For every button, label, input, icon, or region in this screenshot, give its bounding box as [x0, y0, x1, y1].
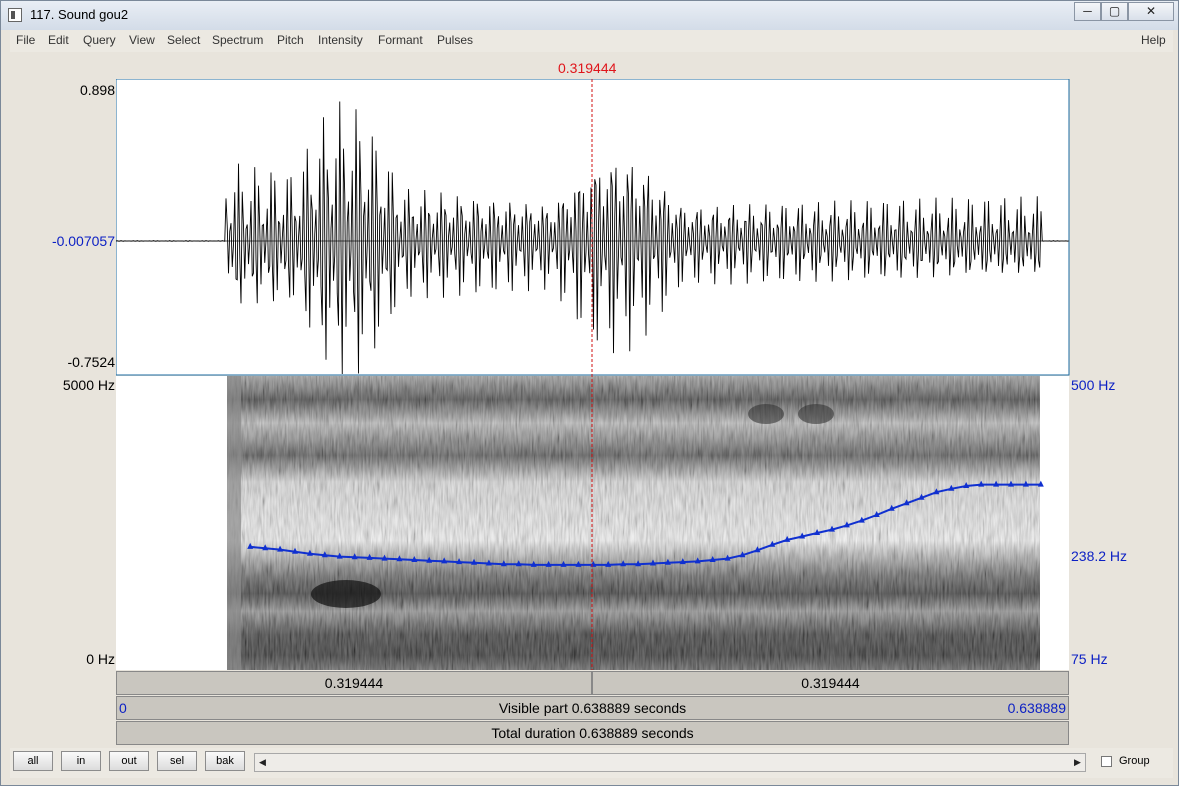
bak-button[interactable]: bak: [205, 751, 245, 771]
cursor-time-label: 0.319444: [558, 60, 617, 76]
sound-editor-window: 117. Sound gou2 ─ ▢ ✕ File Edit Query Vi…: [0, 0, 1179, 786]
total-duration-bar[interactable]: Total duration 0.638889 seconds: [116, 721, 1069, 745]
sel-button[interactable]: sel: [157, 751, 197, 771]
menu-file[interactable]: File: [16, 33, 35, 47]
spectrogram-image: [227, 376, 1040, 670]
title-bar[interactable]: 117. Sound gou2 ─ ▢ ✕: [1, 1, 1178, 30]
group-checkbox[interactable]: [1101, 756, 1112, 767]
menu-pulses[interactable]: Pulses: [437, 33, 473, 47]
menu-view[interactable]: View: [129, 33, 155, 47]
pitch-top-label: 500 Hz: [1071, 377, 1116, 393]
window-title: 117. Sound gou2: [30, 7, 129, 22]
time-ruler-left[interactable]: 0.319444: [116, 671, 592, 695]
menu-formant[interactable]: Formant: [378, 33, 423, 47]
bottom-toolbar: all in out sel bak ◀ ▶ Group: [10, 748, 1173, 778]
ruler-right-label: 0.319444: [801, 675, 860, 691]
menu-query[interactable]: Query: [83, 33, 116, 47]
menu-pitch[interactable]: Pitch: [277, 33, 304, 47]
editor-canvas[interactable]: 0.319444 0.898 -0.007057 -0.7524 5000 Hz…: [10, 52, 1173, 746]
all-button[interactable]: all: [13, 751, 53, 771]
out-button[interactable]: out: [109, 751, 149, 771]
spectrogram-top-label: 5000 Hz: [62, 377, 115, 393]
pitch-mid-label: 238.2 Hz: [1071, 548, 1128, 564]
waveform-min-label: -0.7524: [67, 354, 115, 370]
menu-help[interactable]: Help: [1141, 33, 1166, 47]
total-duration-label: Total duration 0.638889 seconds: [491, 725, 694, 741]
waveform-mid-label: -0.007057: [51, 233, 115, 249]
menu-bar: File Edit Query View Select Spectrum Pit…: [10, 30, 1173, 53]
menu-spectrum[interactable]: Spectrum: [212, 33, 263, 47]
app-icon: [8, 8, 22, 22]
scroll-left-icon[interactable]: ◀: [255, 754, 270, 771]
minimize-icon[interactable]: ─: [1074, 2, 1101, 21]
pitch-bottom-label: 75 Hz: [1071, 651, 1108, 667]
maximize-icon[interactable]: ▢: [1101, 2, 1128, 21]
group-label: Group: [1119, 755, 1150, 767]
spectrogram-bottom-label: 0 Hz: [86, 651, 115, 667]
in-button[interactable]: in: [61, 751, 101, 771]
signal-display[interactable]: [116, 79, 1070, 670]
menu-select[interactable]: Select: [167, 33, 200, 47]
waveform-max-label: 0.898: [79, 82, 115, 98]
menu-edit[interactable]: Edit: [48, 33, 69, 47]
menu-intensity[interactable]: Intensity: [318, 33, 363, 47]
time-ruler-right[interactable]: 0.319444: [592, 671, 1069, 695]
horizontal-scrollbar[interactable]: ◀ ▶: [254, 753, 1086, 772]
close-icon[interactable]: ✕: [1128, 2, 1174, 21]
visible-part-label: Visible part 0.638889 seconds: [498, 700, 687, 716]
scroll-right-icon[interactable]: ▶: [1070, 754, 1085, 771]
visible-part-bar[interactable]: 0 Visible part 0.638889 seconds 0.638889: [116, 696, 1069, 720]
visible-end-label: 0.638889: [1007, 700, 1066, 716]
ruler-left-label: 0.319444: [324, 675, 384, 691]
